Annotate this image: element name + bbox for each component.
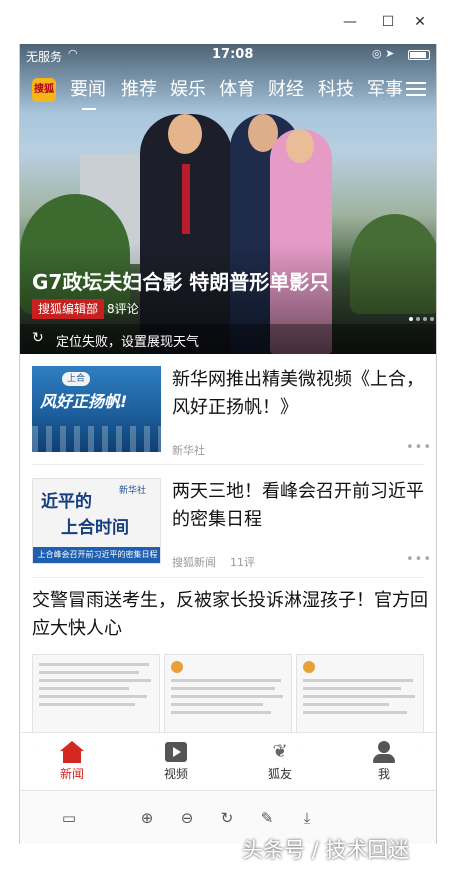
wifi-icon: ◠ bbox=[68, 47, 78, 60]
refresh-icon: ↻ bbox=[32, 330, 44, 346]
nav-video[interactable]: 视频 bbox=[136, 733, 216, 788]
thumb-caption: 风好正扬帆! bbox=[40, 392, 128, 411]
nav-friends[interactable]: ❦ 狐友 bbox=[240, 733, 320, 788]
thumb-brand: 新华社 bbox=[119, 486, 147, 496]
tab-tech[interactable]: 科技 bbox=[318, 74, 354, 110]
minimize-icon[interactable]: — bbox=[340, 12, 360, 32]
maximize-icon[interactable]: ☐ bbox=[378, 12, 398, 32]
news-item[interactable]: 新华社 近平的 上合时间 上合峰会召开前习近平的密集日程 两天三地！看峰会召开前… bbox=[20, 466, 436, 578]
hero-banner[interactable]: 无服务 ◠ 17:08 ◎ ➤ 搜狐 要闻 推荐 娱乐 体育 财经 科技 军事 … bbox=[20, 44, 436, 354]
thumb-line1: 近平的 bbox=[41, 492, 92, 512]
menu-icon[interactable] bbox=[406, 80, 426, 98]
article-title[interactable]: 新华网推出精美微视频《上合，风好正扬帆！》 bbox=[172, 366, 426, 422]
more-icon[interactable]: ••• bbox=[406, 552, 432, 567]
fit-screen-icon[interactable]: ▭ bbox=[58, 807, 80, 829]
location-icon: ◎ ➤ bbox=[372, 47, 395, 60]
carrier-label: 无服务 bbox=[26, 50, 63, 64]
user-icon bbox=[372, 741, 396, 763]
status-bar: 无服务 ◠ 17:08 ◎ ➤ bbox=[20, 44, 436, 66]
status-time: 17:08 bbox=[212, 47, 254, 62]
carousel-dots bbox=[406, 306, 434, 325]
tab-recommend[interactable]: 推荐 bbox=[121, 74, 157, 110]
more-icon[interactable]: ••• bbox=[406, 440, 432, 455]
channel-tabs: 搜狐 要闻 推荐 娱乐 体育 财经 科技 军事 bbox=[20, 70, 436, 114]
watermark: 头条号 / 技术回迷 bbox=[242, 838, 410, 862]
divider bbox=[32, 464, 424, 465]
article-title[interactable]: 交警冒雨送考生，反被家长投诉淋湿孩子！官方回应大快人心 bbox=[32, 587, 428, 643]
weather-text: 定位失败，设置展现天气 bbox=[56, 335, 200, 350]
nav-me[interactable]: 我 bbox=[344, 733, 424, 788]
tab-military[interactable]: 军事 bbox=[367, 74, 403, 110]
fox-friend-icon: ❦ bbox=[272, 741, 288, 762]
home-icon bbox=[60, 741, 84, 763]
hero-title[interactable]: G7政坛夫妇合影 特朗普形单影只 bbox=[32, 266, 329, 295]
tab-finance[interactable]: 财经 bbox=[268, 74, 304, 110]
nav-label: 视频 bbox=[163, 767, 188, 781]
weather-bar[interactable]: ↻ 定位失败，设置展现天气 bbox=[20, 324, 436, 354]
sohu-logo[interactable]: 搜狐 bbox=[32, 78, 56, 102]
article-thumbnail: 新华社 近平的 上合时间 上合峰会召开前习近平的密集日程 bbox=[32, 478, 161, 564]
thumb-band: 上合峰会召开前习近平的密集日程 bbox=[33, 547, 160, 563]
window-frame-right bbox=[436, 44, 437, 844]
article-source: 新华社 bbox=[172, 444, 205, 457]
source-badge: 搜狐编辑部 bbox=[32, 299, 105, 319]
edit-icon[interactable]: ✎ bbox=[256, 807, 278, 829]
window-titlebar: — ☐ ✕ bbox=[0, 0, 456, 44]
article-thumbnail: 上合 风好正扬帆! bbox=[32, 366, 161, 452]
thumb-line2: 上合时间 bbox=[61, 518, 129, 538]
divider bbox=[32, 577, 424, 578]
tab-headlines[interactable]: 要闻 bbox=[70, 74, 106, 110]
rotate-icon[interactable]: ↻ bbox=[216, 807, 238, 829]
nav-label: 我 bbox=[377, 767, 390, 781]
zoom-out-icon[interactable]: ⊖ bbox=[176, 807, 198, 829]
tab-entertainment[interactable]: 娱乐 bbox=[170, 74, 206, 110]
article-title[interactable]: 两天三地！看峰会召开前习近平的密集日程 bbox=[172, 478, 426, 534]
battery-icon bbox=[408, 50, 430, 60]
video-play-icon bbox=[164, 741, 188, 763]
close-icon[interactable]: ✕ bbox=[410, 12, 430, 32]
download-icon[interactable]: ⤓ bbox=[296, 807, 318, 829]
nav-label: 狐友 bbox=[267, 767, 292, 781]
nav-label: 新闻 bbox=[59, 767, 84, 781]
tab-sports[interactable]: 体育 bbox=[219, 74, 255, 110]
nav-news[interactable]: 新闻 bbox=[32, 733, 112, 788]
thumb-tag: 上合 bbox=[62, 372, 90, 386]
article-source: 搜狐新闻 bbox=[172, 556, 216, 569]
comment-count: 8评论 bbox=[107, 302, 139, 316]
bottom-nav: 新闻 视频 ❦ 狐友 我 bbox=[20, 732, 436, 788]
zoom-in-icon[interactable]: ⊕ bbox=[136, 807, 158, 829]
phone-screen: 无服务 ◠ 17:08 ◎ ➤ 搜狐 要闻 推荐 娱乐 体育 财经 科技 军事 … bbox=[20, 44, 436, 788]
news-item[interactable]: 上合 风好正扬帆! 新华网推出精美微视频《上合，风好正扬帆！》 新华社 ••• bbox=[20, 354, 436, 466]
comment-count: 11评 bbox=[230, 556, 255, 569]
